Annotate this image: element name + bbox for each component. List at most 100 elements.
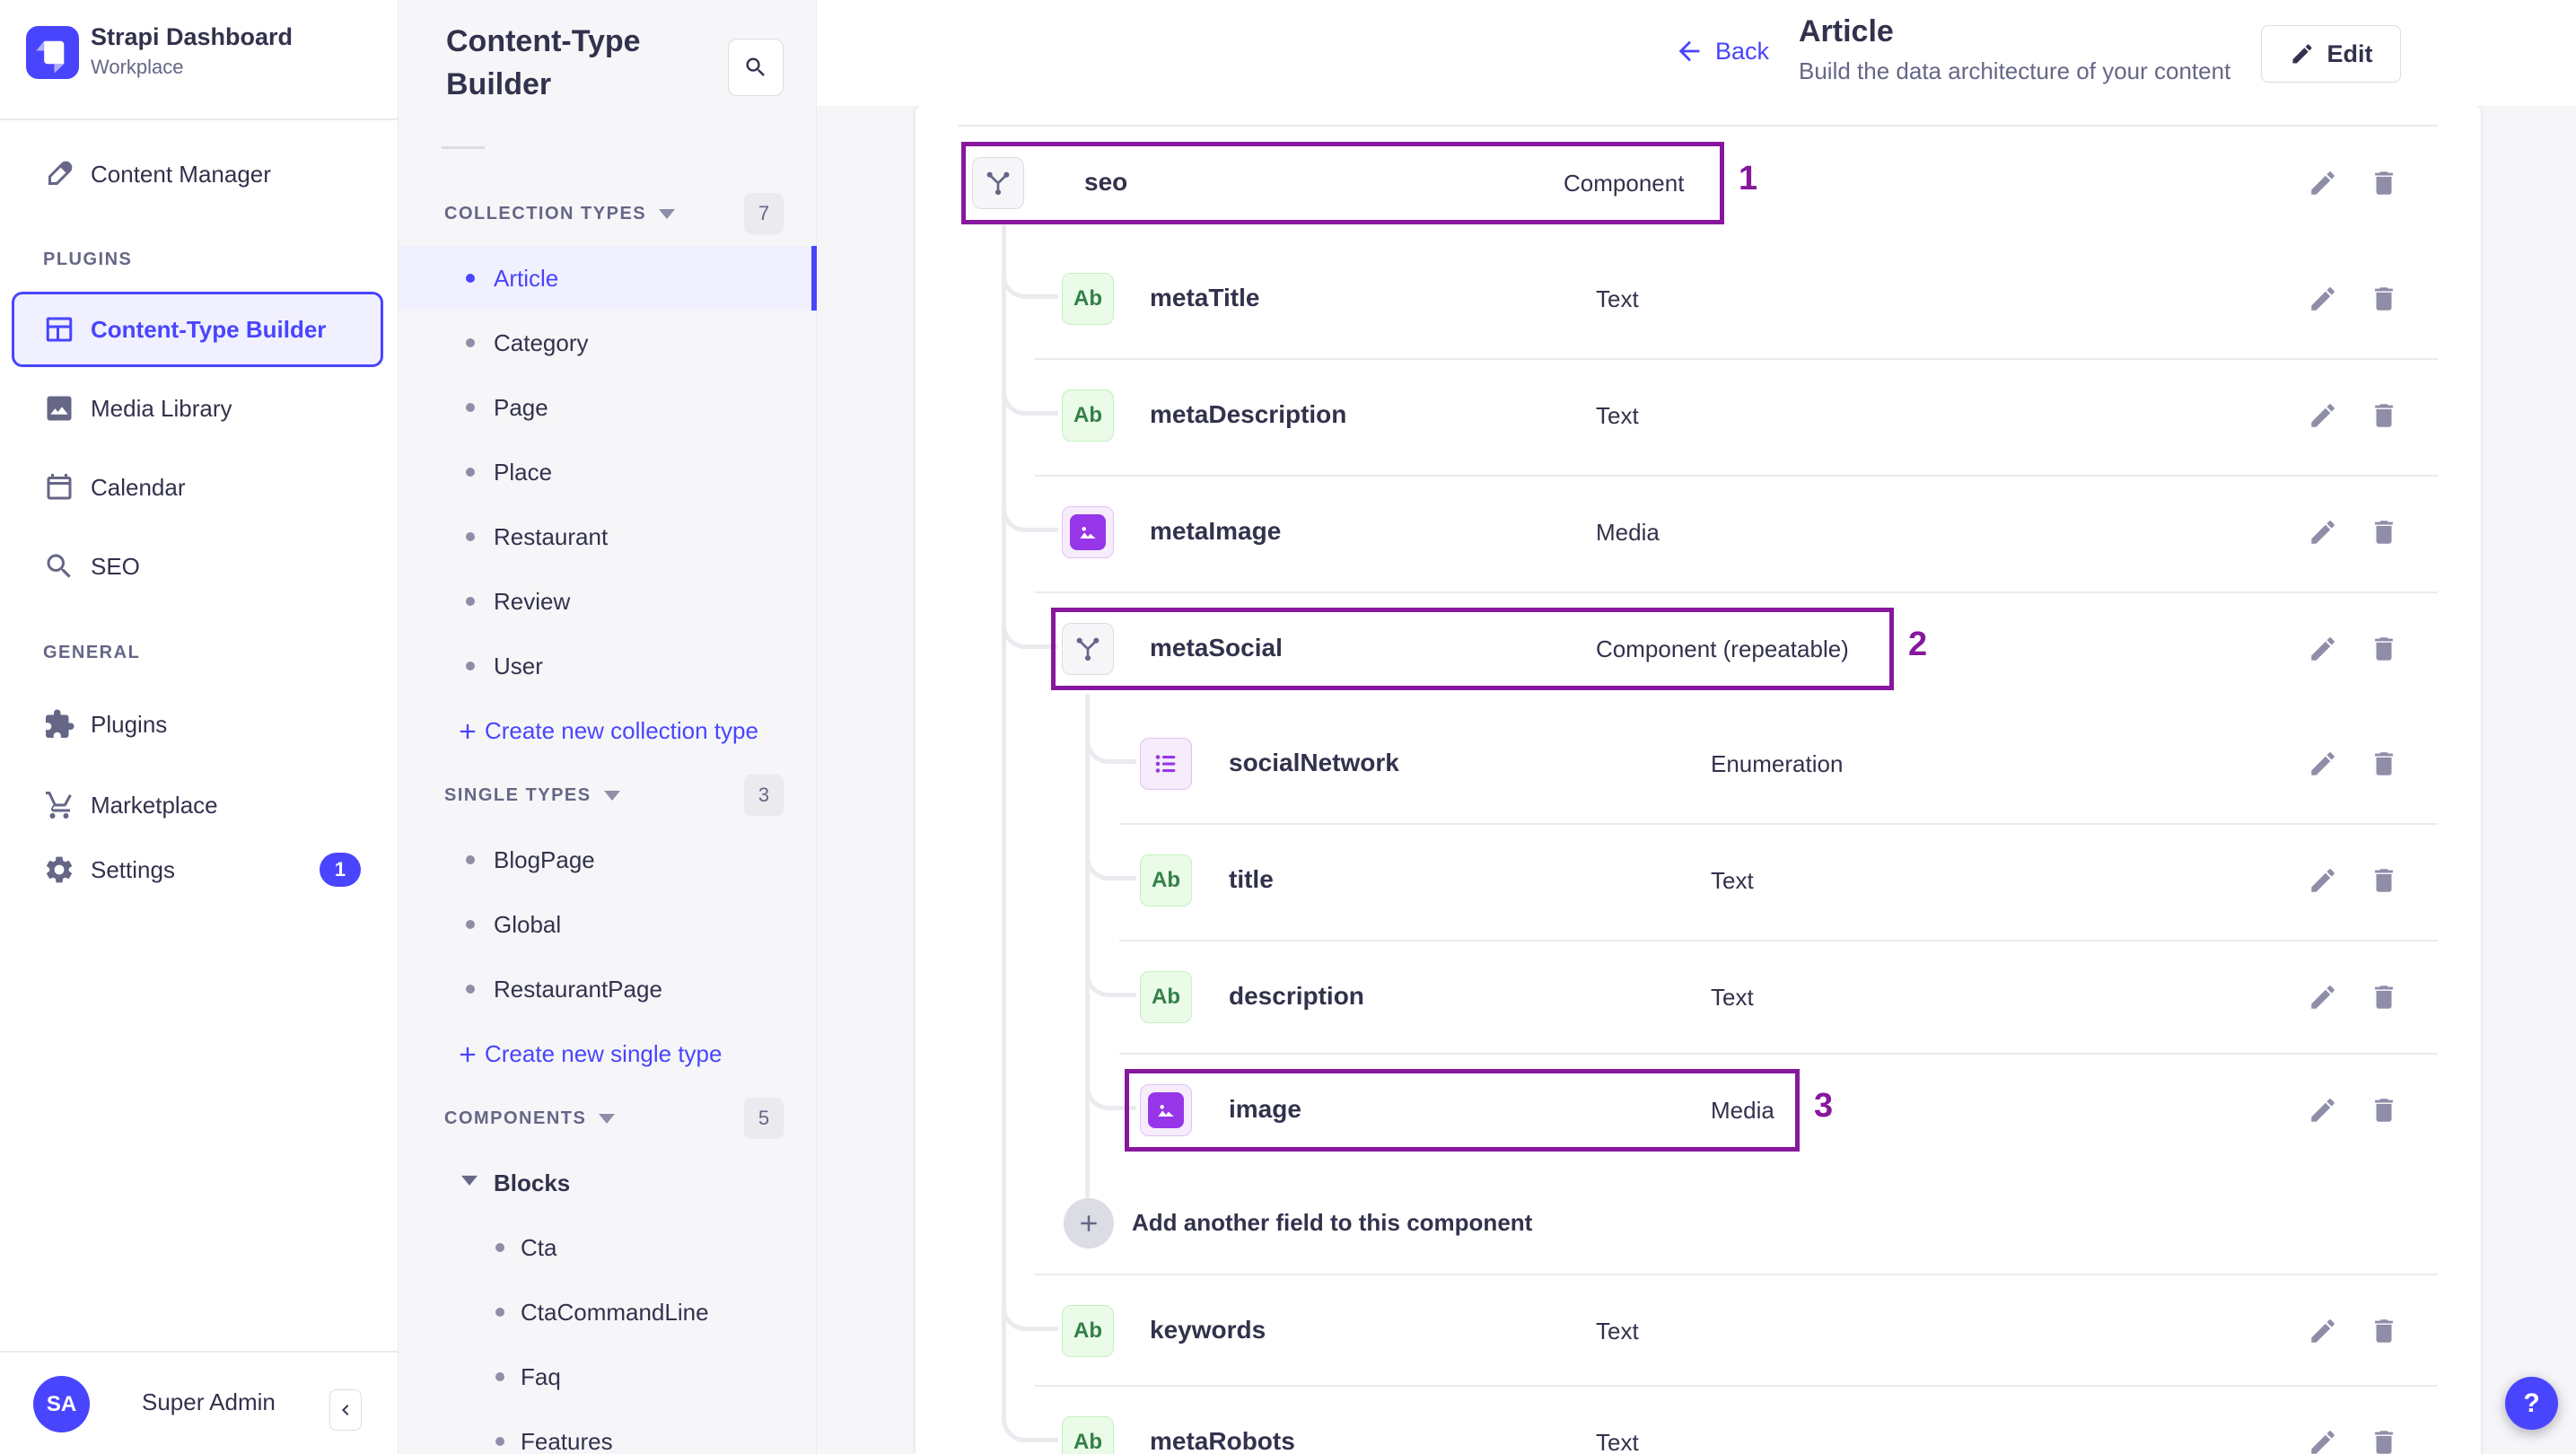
sidebar-item-plugins[interactable]: Plugins bbox=[0, 690, 398, 758]
tree-elbow bbox=[1085, 949, 1136, 997]
active-indicator bbox=[811, 246, 817, 311]
builder-item-faq[interactable]: Faq bbox=[398, 1345, 817, 1409]
delete-field-button-image[interactable] bbox=[2364, 1090, 2404, 1130]
sidebar-divider-bottom bbox=[0, 1351, 398, 1353]
component-group-blocks[interactable]: Blocks bbox=[398, 1151, 817, 1215]
arrow-left-icon bbox=[1674, 36, 1704, 66]
annotation-number-2: 2 bbox=[1908, 626, 1928, 663]
nav-section-label: SINGLE TYPES bbox=[444, 785, 620, 806]
builder-item-blogpage[interactable]: BlogPage bbox=[398, 828, 817, 892]
builder-item-label: Article bbox=[494, 264, 559, 292]
builder-item-label: Review bbox=[494, 587, 571, 615]
nav-section-label: COMPONENTS bbox=[444, 1108, 616, 1129]
chevron-down-icon[interactable] bbox=[461, 1174, 478, 1190]
edit-field-button-image[interactable] bbox=[2303, 1090, 2343, 1130]
builder-item-restaurantpage[interactable]: RestaurantPage bbox=[398, 957, 817, 1021]
sidebar-item-label: Media Library bbox=[91, 394, 232, 422]
sidebar-item-content-manager[interactable]: Content Manager bbox=[0, 140, 398, 208]
builder-item-place[interactable]: Place bbox=[398, 440, 817, 504]
builder-item-review[interactable]: Review bbox=[398, 569, 817, 634]
component-field-icon bbox=[972, 157, 1024, 209]
edit-field-button-metaSocial[interactable] bbox=[2303, 629, 2343, 669]
delete-field-button-metaRobots[interactable] bbox=[2364, 1423, 2404, 1454]
field-name: image bbox=[1229, 1095, 1301, 1123]
delete-field-button-metaImage[interactable] bbox=[2364, 512, 2404, 552]
edit-field-button-seo[interactable] bbox=[2303, 163, 2343, 203]
delete-field-button-keywords[interactable] bbox=[2364, 1311, 2404, 1351]
chevron-down-icon[interactable] bbox=[599, 1113, 616, 1124]
tree-elbow bbox=[1002, 484, 1058, 532]
builder-item-label: BlogPage bbox=[494, 845, 595, 873]
trash-icon bbox=[2369, 1095, 2399, 1126]
sidebar-item-media-library[interactable]: Media Library bbox=[0, 374, 398, 442]
sidebar-item-marketplace[interactable]: Marketplace bbox=[0, 771, 398, 839]
avatar[interactable]: SA bbox=[33, 1376, 90, 1432]
pencil-icon bbox=[2308, 749, 2338, 779]
action-create-new-single-type[interactable]: Create new single type bbox=[398, 1021, 817, 1086]
field-type: Text bbox=[1596, 1318, 1639, 1345]
delete-field-button-seo[interactable] bbox=[2364, 163, 2404, 203]
text-field-icon: Ab bbox=[1062, 273, 1114, 325]
tree-elbow bbox=[1085, 832, 1136, 880]
bullet-icon bbox=[466, 855, 475, 864]
annotation-number-1: 1 bbox=[1739, 160, 1758, 197]
collapse-sidebar-button[interactable] bbox=[329, 1389, 362, 1431]
field-name: description bbox=[1229, 982, 1364, 1010]
builder-item-global[interactable]: Global bbox=[398, 892, 817, 957]
add-field-to-component-button[interactable] bbox=[1064, 1198, 1114, 1248]
bullet-icon bbox=[466, 532, 475, 541]
delete-field-button-description[interactable] bbox=[2364, 977, 2404, 1017]
edit-field-button-title[interactable] bbox=[2303, 861, 2343, 900]
builder-item-ctacommandline[interactable]: CtaCommandLine bbox=[398, 1280, 817, 1345]
builder-item-user[interactable]: User bbox=[398, 634, 817, 698]
edit-field-button-keywords[interactable] bbox=[2303, 1311, 2343, 1351]
builder-item-features[interactable]: Features bbox=[398, 1409, 817, 1454]
delete-field-button-metaDescription[interactable] bbox=[2364, 396, 2404, 435]
builder-title: Content-Type Builder bbox=[446, 24, 641, 101]
field-type: Text bbox=[1711, 984, 1754, 1011]
delete-field-button-socialNetwork[interactable] bbox=[2364, 744, 2404, 784]
pencil-icon bbox=[2308, 400, 2338, 431]
app-root: Strapi Dashboard Workplace Content Manag… bbox=[0, 0, 2576, 1454]
edit-button[interactable]: Edit bbox=[2261, 25, 2401, 83]
edit-field-button-metaRobots[interactable] bbox=[2303, 1423, 2343, 1454]
delete-field-button-metaSocial[interactable] bbox=[2364, 629, 2404, 669]
builder-item-cta[interactable]: Cta bbox=[398, 1215, 817, 1280]
delete-field-button-metaTitle[interactable] bbox=[2364, 279, 2404, 319]
text-field-icon: Ab bbox=[1062, 1416, 1114, 1454]
builder-item-category[interactable]: Category bbox=[398, 311, 817, 375]
tree-elbow bbox=[1085, 715, 1136, 764]
sidebar-item-seo[interactable]: SEO bbox=[0, 532, 398, 600]
field-name: metaSocial bbox=[1150, 634, 1283, 661]
edit-field-button-metaTitle[interactable] bbox=[2303, 279, 2343, 319]
edit-field-button-description[interactable] bbox=[2303, 977, 2343, 1017]
field-type: Text bbox=[1596, 402, 1639, 429]
pencil-icon bbox=[2308, 982, 2338, 1012]
workspace-subtitle: Workplace bbox=[91, 56, 184, 78]
help-button[interactable]: ? bbox=[2505, 1377, 2558, 1430]
builder-item-article[interactable]: Article bbox=[398, 246, 817, 311]
edit-field-button-socialNetwork[interactable] bbox=[2303, 744, 2343, 784]
count-badge-single-types: 3 bbox=[744, 775, 784, 816]
action-create-new-collection-type[interactable]: Create new collection type bbox=[398, 698, 817, 763]
builder-item-restaurant[interactable]: Restaurant bbox=[398, 504, 817, 569]
sidebar-item-calendar[interactable]: Calendar bbox=[0, 453, 398, 521]
count-badge-components: 5 bbox=[744, 1098, 784, 1139]
search-button[interactable] bbox=[728, 39, 784, 96]
add-field-to-component-label: Add another field to this component bbox=[1132, 1209, 1533, 1236]
workspace-header[interactable]: Strapi Dashboard Workplace bbox=[0, 0, 398, 118]
pencil-icon bbox=[2308, 1316, 2338, 1346]
sidebar-item-settings[interactable]: Settings 1 bbox=[0, 836, 398, 904]
chevron-down-icon[interactable] bbox=[659, 208, 676, 219]
nav-section-label: COLLECTION TYPES bbox=[444, 204, 676, 224]
edit-field-button-metaImage[interactable] bbox=[2303, 512, 2343, 552]
plus-icon bbox=[455, 719, 478, 742]
builder-item-page[interactable]: Page bbox=[398, 375, 817, 440]
tree-elbow bbox=[1002, 367, 1058, 416]
bullet-icon bbox=[466, 338, 475, 347]
delete-field-button-title[interactable] bbox=[2364, 861, 2404, 900]
chevron-down-icon[interactable] bbox=[603, 790, 620, 801]
back-button[interactable]: Back bbox=[1674, 36, 1769, 66]
edit-field-button-metaDescription[interactable] bbox=[2303, 396, 2343, 435]
sidebar-item-content-type-builder[interactable]: Content-Type Builder bbox=[12, 292, 383, 367]
